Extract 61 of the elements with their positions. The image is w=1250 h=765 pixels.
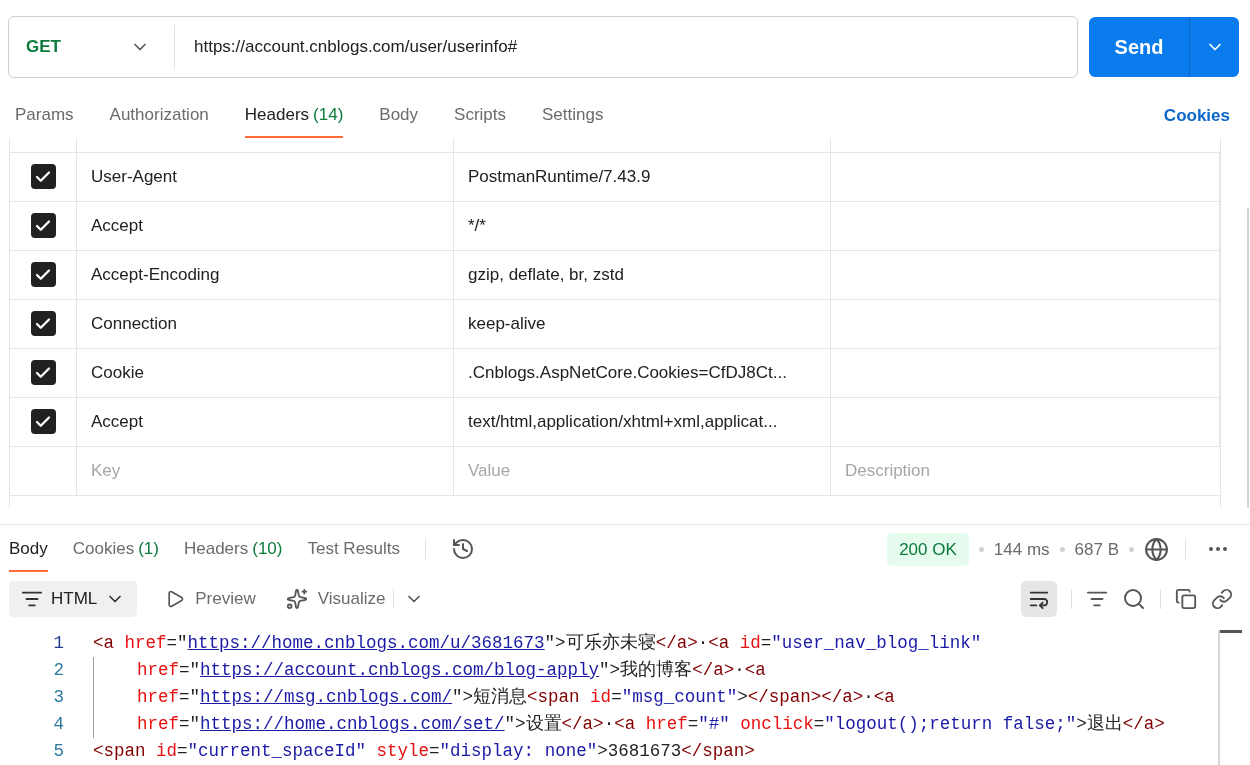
header-value[interactable]: gzip, deflate, br, zstd (454, 250, 831, 299)
code-line: href="https://account.cnblogs.com/blog-apply">我的博客</a>·<a (93, 657, 766, 684)
header-key[interactable]: Accept-Encoding (77, 250, 454, 299)
checkbox[interactable] (30, 409, 56, 435)
send-button[interactable]: Send (1089, 17, 1190, 77)
checkbox[interactable] (30, 360, 56, 386)
tab[interactable]: Authorization (109, 94, 209, 138)
header-key[interactable]: Accept (77, 397, 454, 446)
play-icon (165, 588, 186, 609)
link-icon[interactable] (1211, 587, 1233, 610)
tab[interactable]: Params (15, 94, 74, 138)
tab[interactable]: Scripts (454, 94, 507, 138)
header-key[interactable]: Accept (77, 201, 454, 250)
header-value[interactable]: PostmanRuntime/7.43.9 (454, 152, 831, 201)
code-link[interactable]: https://msg.cnblogs.com/ (200, 687, 453, 707)
header-key[interactable]: Cookie (77, 348, 454, 397)
tab[interactable]: Cookies (1) (72, 526, 159, 572)
checkbox[interactable] (30, 311, 56, 337)
tab[interactable]: Test Results (307, 526, 401, 572)
tab[interactable]: Settings (542, 94, 604, 138)
response-size: 687 B (1074, 538, 1119, 561)
checkbox[interactable] (30, 164, 56, 190)
code-line: href="https://msg.cnblogs.com/">短消息<span id="msg_count"></span></a>·<a (93, 684, 895, 711)
line-number: 5 (53, 740, 64, 763)
globe-icon[interactable] (1144, 536, 1169, 562)
search-icon[interactable] (1122, 586, 1146, 611)
code-link[interactable]: https://account.cnblogs.com/blog-apply (200, 660, 600, 680)
line-number: 1 (53, 632, 64, 655)
header-value[interactable]: keep-alive (454, 299, 831, 348)
sparkle-icon (285, 587, 308, 610)
tab[interactable]: Headers (10) (183, 526, 283, 572)
tab[interactable]: Body (379, 94, 419, 138)
status-badge: 200 OK (887, 532, 969, 567)
code-line: <span id="current_spaceId" style="display: none">3681673</span> (93, 740, 755, 763)
header-input[interactable]: Description (831, 446, 1220, 495)
code-line: href="https://home.cnblogs.com/set/">设置</a>·<a href="#" onclick="logout();return false;">退出</a> (93, 711, 1165, 738)
header-value[interactable]: */* (454, 201, 831, 250)
header-input[interactable]: Key (77, 446, 454, 495)
wrap-toggle[interactable] (1021, 580, 1057, 617)
checkbox[interactable] (30, 262, 56, 288)
code-line: <a href="https://home.cnblogs.com/u/3681673">可乐亦未寝</a>·<a id="user_nav_blog_link" (93, 632, 982, 655)
header-key[interactable]: User-Agent (77, 152, 454, 201)
cookies-link[interactable]: Cookies (1163, 103, 1230, 129)
history-icon[interactable] (451, 537, 476, 562)
code-link[interactable]: https://home.cnblogs.com/u/3681673 (187, 633, 545, 653)
header-value[interactable]: text/html,application/xhtml+xml,applicat... (454, 397, 831, 446)
header-key[interactable]: Connection (77, 299, 454, 348)
line-number: 4 (53, 713, 64, 736)
checkbox[interactable] (30, 213, 56, 239)
tab[interactable]: Headers (14) (244, 94, 344, 138)
line-number: 3 (53, 686, 64, 709)
tab[interactable]: Body (9, 526, 48, 572)
preview-button[interactable]: Preview (165, 586, 256, 612)
visualize-button[interactable]: Visualize (285, 586, 386, 612)
header-value[interactable]: .Cnblogs.AspNetCore.Cookies=CfDJ8Ct... (454, 348, 831, 397)
code-link[interactable]: https://home.cnblogs.com/set/ (200, 714, 505, 734)
format-dropdown[interactable]: HTML (9, 580, 138, 617)
line-number: 2 (53, 659, 64, 682)
copy-icon[interactable] (1175, 587, 1197, 610)
header-input[interactable]: Value (454, 446, 831, 495)
response-time: 144 ms (993, 538, 1050, 561)
